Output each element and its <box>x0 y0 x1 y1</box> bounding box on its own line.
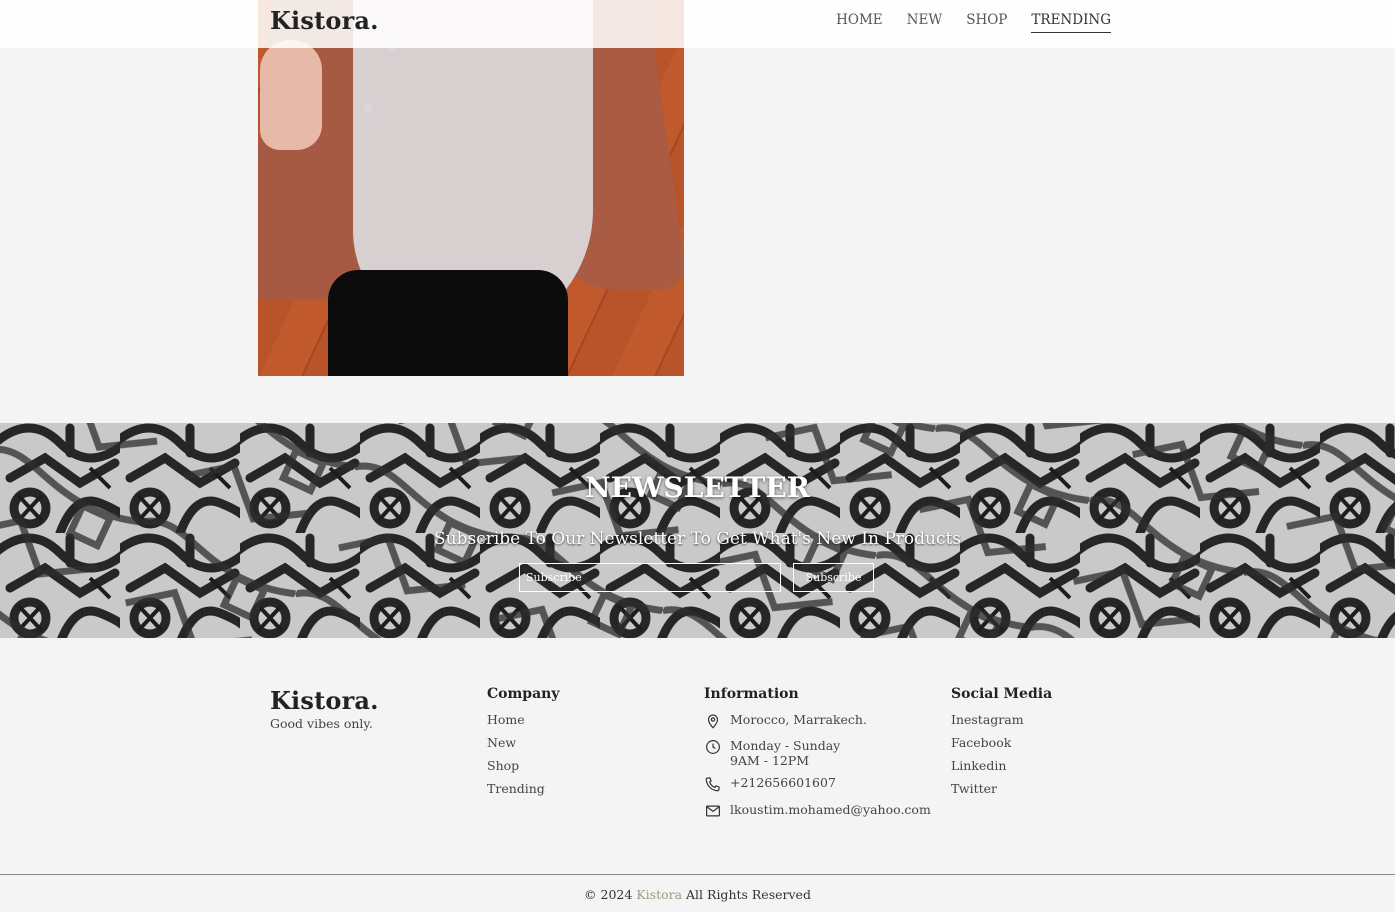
subscribe-button[interactable]: Subscribe <box>793 563 874 592</box>
email-text[interactable]: lkoustim.mohamed@yahoo.com <box>730 802 931 817</box>
social-link-facebook[interactable]: Facebook <box>951 735 1052 758</box>
site-header: Kistora. HOME NEW SHOP TRENDING <box>0 0 1395 48</box>
newsletter-email-input[interactable] <box>519 563 781 592</box>
mail-icon <box>704 802 722 820</box>
photo-hand <box>260 40 322 150</box>
footer-link-shop[interactable]: Shop <box>487 758 559 781</box>
nav-trending[interactable]: TRENDING <box>1031 12 1111 33</box>
newsletter-subtitle: Subscribe To Our Newsletter To Get What'… <box>433 529 962 549</box>
footer-link-trending[interactable]: Trending <box>487 781 559 804</box>
phone-text[interactable]: +212656601607 <box>730 775 836 790</box>
nav-new[interactable]: NEW <box>907 12 943 33</box>
copyright-brand[interactable]: Kistora <box>636 887 682 902</box>
information-heading: Information <box>704 686 799 702</box>
footer-tagline: Good vibes only. <box>270 716 373 731</box>
nav-home[interactable]: HOME <box>836 12 883 33</box>
copyright: © 2024 Kistora All Rights Reserved <box>0 887 1395 902</box>
social-heading: Social Media <box>951 686 1053 702</box>
social-link-instagram[interactable]: Inestagram <box>951 712 1052 735</box>
photo-jacket-button <box>364 104 373 113</box>
info-phone: +212656601607 <box>704 775 931 793</box>
info-email: lkoustim.mohamed@yahoo.com <box>704 802 931 820</box>
hours-time-text: 9AM - 12PM <box>730 753 810 768</box>
footer-logo[interactable]: Kistora. <box>270 686 379 715</box>
social-link-twitter[interactable]: Twitter <box>951 781 1052 804</box>
newsletter-section: NEWSLETTER Subscribe To Our Newsletter T… <box>0 423 1395 638</box>
copyright-suffix: All Rights Reserved <box>686 887 811 902</box>
footer-company-column: Company Home New Shop Trending <box>487 686 559 804</box>
phone-icon <box>704 775 722 793</box>
nav-shop[interactable]: SHOP <box>966 12 1007 33</box>
newsletter-title: NEWSLETTER <box>585 471 810 504</box>
photo-pants <box>328 270 568 376</box>
company-heading: Company <box>487 686 560 702</box>
footer-social-column: Social Media Inestagram Facebook Linkedi… <box>951 686 1052 804</box>
info-hours: Monday - Sunday 9AM - 12PM <box>704 738 931 768</box>
footer-link-home[interactable]: Home <box>487 712 559 735</box>
main-nav: HOME NEW SHOP TRENDING <box>836 12 1111 33</box>
clock-icon <box>704 738 722 756</box>
footer-information-column: Information Morocco, Marrakech. Monday -… <box>704 686 931 820</box>
location-pin-icon <box>704 712 722 730</box>
social-link-linkedin[interactable]: Linkedin <box>951 758 1052 781</box>
info-location: Morocco, Marrakech. <box>704 712 931 730</box>
page: Kistora. HOME NEW SHOP TRENDING NEWSLETT… <box>0 0 1395 912</box>
hours-days-text: Monday - Sunday <box>730 738 841 753</box>
footer-divider <box>0 874 1395 875</box>
product-photo[interactable] <box>258 0 684 376</box>
location-text: Morocco, Marrakech. <box>730 712 867 727</box>
footer-link-new[interactable]: New <box>487 735 559 758</box>
header-logo[interactable]: Kistora. <box>270 6 379 35</box>
copyright-prefix: © 2024 <box>584 887 633 902</box>
